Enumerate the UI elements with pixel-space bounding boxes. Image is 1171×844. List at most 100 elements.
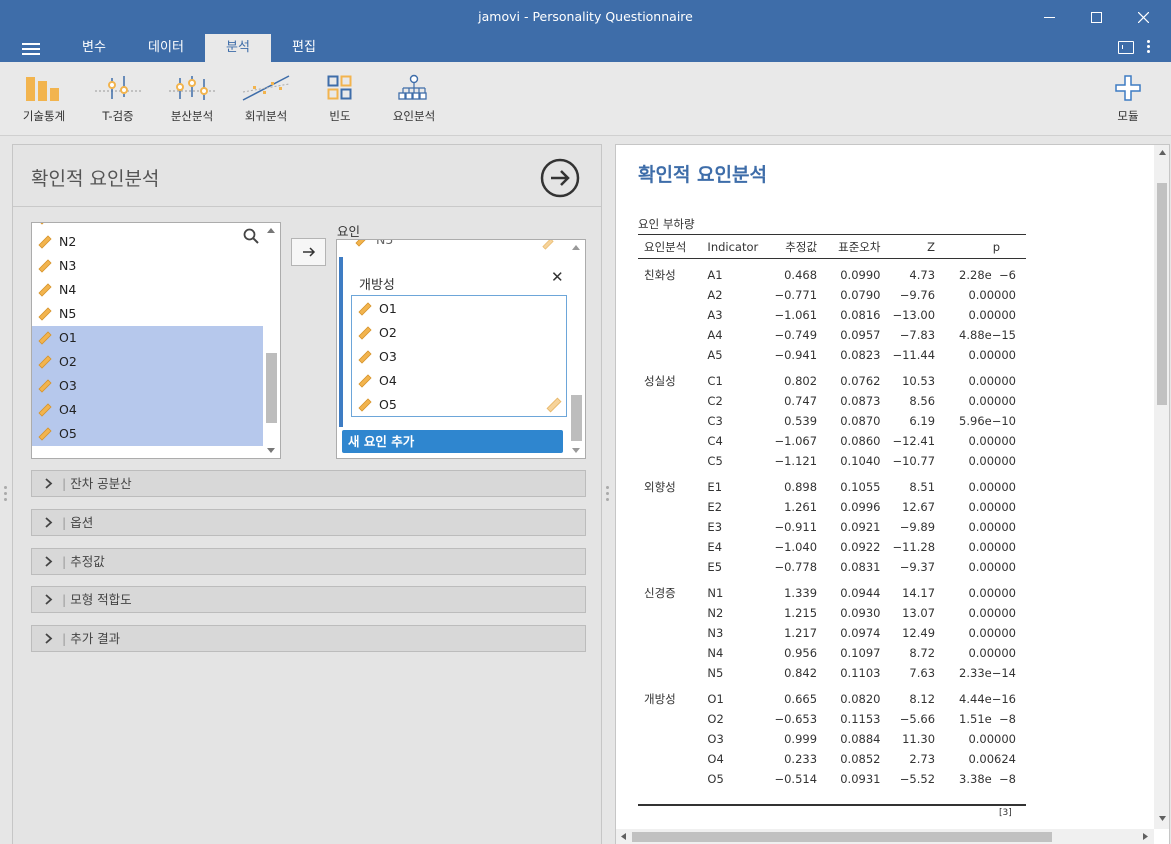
tab-data[interactable]: 데이터 [133,34,199,62]
scroll-down-icon[interactable] [1159,816,1166,821]
estimate-cell: 0.802 [784,373,818,388]
factor-cell [638,623,701,643]
tool-regression[interactable]: 회귀분석 [240,72,292,124]
regression-icon [242,75,290,101]
list-item[interactable]: O3 [352,345,566,369]
modules-button[interactable]: 모듈 [1108,72,1148,124]
results-mode-icon[interactable] [1118,41,1134,54]
section-additional-output[interactable]: | 추가 결과 [31,625,586,652]
se-cell: 0.1153 [840,711,881,726]
section-estimates[interactable]: | 추정값 [31,548,586,575]
minimize-button[interactable] [1026,0,1072,34]
tool-frequencies[interactable]: 빈도 [318,72,362,124]
section-options[interactable]: | 옵션 [31,509,586,536]
move-to-factor-button[interactable] [291,238,326,266]
factor-cell [638,537,701,557]
se-cell: 0.0823 [840,347,881,362]
list-item[interactable]: O2 [352,321,566,345]
scroll-left-icon[interactable] [621,833,626,840]
section-label: 추정값 [70,554,105,569]
list-item[interactable]: N4 [32,278,265,302]
tool-exploration[interactable]: 기술통계 [18,72,70,124]
ruler-icon [38,307,52,321]
list-item[interactable]: O5 [352,393,566,417]
p-cell: 0.00624 [968,751,1016,766]
tool-ttests[interactable]: T-검증 [94,72,142,124]
variable-list-scrollbar[interactable] [263,223,280,458]
column-header: Z [886,234,954,259]
results-horizontal-scrollbar[interactable] [616,829,1154,844]
results-vertical-scrollbar[interactable] [1154,145,1169,829]
indicator-cell: E3 [707,519,723,534]
hamburger-menu-icon[interactable] [22,43,40,55]
table-bottom-rule [638,788,1026,806]
ruler-icon [542,240,554,250]
se-cell: 0.0790 [840,287,881,302]
factor-items-list[interactable]: O1 O2 O3 O4 O5 [351,295,567,417]
list-item-selected[interactable]: O2 [32,350,265,374]
left-splitter-handle[interactable] [4,486,7,502]
table-row: O4 0.233 0.0852 2.73 0.00624 [638,749,1026,769]
ruler-icon [358,350,372,364]
close-window-button[interactable] [1120,0,1166,34]
table-row: A5 −0.941 0.0823 −11.44 0.00000 [638,345,1026,365]
estimate-cell: −0.749 [774,327,818,342]
p-cell: 0.00000 [968,585,1016,600]
indicator-cell: C4 [707,433,723,448]
z-cell: −11.44 [892,347,936,362]
p-cell: 0.00000 [968,307,1016,322]
se-cell: 0.0930 [840,605,881,620]
center-splitter-handle[interactable] [606,486,609,502]
tab-variables[interactable]: 변수 [61,34,127,62]
add-factor-button[interactable]: 새 요인 추가 [342,430,563,453]
indicator-cell: C1 [707,373,723,388]
tool-anova[interactable]: 분산분석 [167,72,217,124]
arrow-right-circle-icon[interactable] [540,158,580,198]
factor-name[interactable]: 개방성 [359,274,395,293]
p-cell: 0.00000 [968,393,1016,408]
tool-label: 요인분석 [392,109,436,123]
close-icon [1137,11,1149,23]
se-cell: 0.0860 [840,433,881,448]
factor-cell [638,603,701,623]
section-residual-covariances[interactable]: | 잔차 공분산 [31,470,586,497]
indicator-cell: E4 [707,539,723,554]
arrow-right-icon [302,247,315,257]
scroll-up-icon[interactable] [1159,150,1166,155]
se-cell: 0.1103 [840,665,881,680]
p-cell: 4.88e−15 [959,327,1016,342]
factors-list-scrollbar[interactable] [568,240,585,458]
list-item[interactable]: O1 [352,297,566,321]
tool-label: 분산분석 [170,109,214,123]
table-row: 친화성 A1 0.468 0.0990 4.73 2.28e −6 [638,265,1026,285]
list-item[interactable]: N1 [32,223,265,230]
list-item-selected[interactable]: O4 [32,398,265,422]
scroll-right-icon[interactable] [1143,833,1148,840]
list-item[interactable]: N5 [341,240,561,252]
search-icon[interactable] [243,228,259,244]
variable-list[interactable]: N1 N2 N3 N4 N5 O1 O2 O3 O4 O5 [31,222,281,459]
list-item-selected[interactable]: O5 [32,422,265,446]
list-item[interactable]: N2 [32,230,265,254]
maximize-button[interactable] [1073,0,1119,34]
remove-factor-icon[interactable]: ✕ [551,268,564,286]
section-model-fit[interactable]: | 모형 적합도 [31,586,586,613]
tool-factor[interactable]: 요인분석 [388,72,440,124]
tab-analyses[interactable]: 분석 [205,34,271,62]
tab-edit[interactable]: 편집 [271,34,337,62]
list-item-selected[interactable]: O3 [32,374,265,398]
more-options-icon[interactable] [1147,40,1153,56]
table-row: A2 −0.771 0.0790 −9.76 0.00000 [638,285,1026,305]
ruler-icon [358,398,372,412]
list-item-selected[interactable]: O1 [32,326,265,350]
indicator-cell: E2 [707,499,723,514]
table-row: C4 −1.067 0.0860 −12.41 0.00000 [638,431,1026,451]
table-row: E3 −0.911 0.0921 −9.89 0.00000 [638,517,1026,537]
p-cell: 0.00000 [968,453,1016,468]
list-item[interactable]: N3 [32,254,265,278]
tool-label: 회귀분석 [244,109,288,123]
options-title: 확인적 요인분석 [31,168,160,190]
list-item[interactable]: O4 [352,369,566,393]
section-label: 옵션 [70,515,94,530]
list-item[interactable]: N5 [32,302,265,326]
